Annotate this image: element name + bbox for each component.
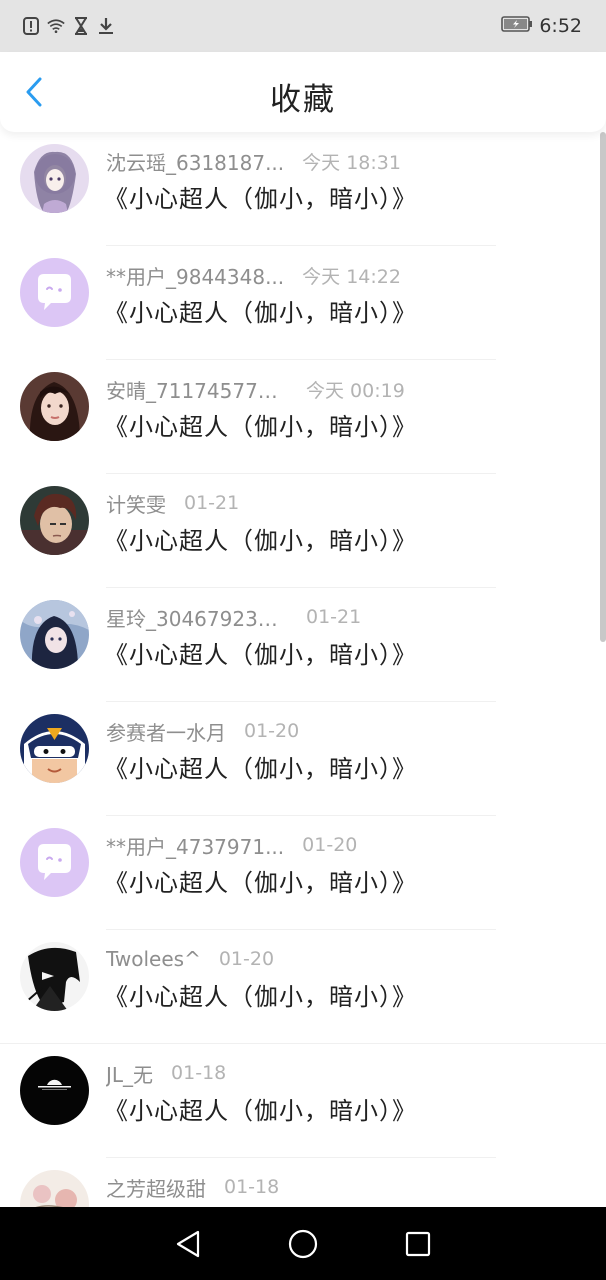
song-title: 《小心超人（伽小，暗小）》: [104, 1097, 417, 1125]
song-title: 《小心超人（伽小，暗小）》: [104, 641, 417, 669]
avatar[interactable]: [20, 144, 89, 213]
status-icons-left: [22, 17, 115, 35]
alert-icon: [22, 17, 40, 35]
list-item[interactable]: 参赛者一水月 01-20 《小心超人（伽小，暗小）》: [0, 702, 606, 816]
list-item[interactable]: Twolees^ 01-20 《小心超人（伽小，暗小）》: [0, 930, 606, 1044]
item-meta: 安晴_711745776... 今天 00:19: [106, 376, 405, 403]
user-name: 星玲_304679232...: [106, 606, 288, 631]
nav-recents-button[interactable]: [401, 1227, 435, 1261]
avatar[interactable]: [20, 258, 89, 327]
battery-icon: [501, 16, 533, 36]
avatar[interactable]: [20, 828, 89, 897]
avatar[interactable]: [20, 942, 89, 1011]
avatar[interactable]: [20, 372, 89, 441]
user-name: 计笑雯: [106, 492, 166, 517]
song-title: 《小心超人（伽小，暗小）》: [104, 299, 417, 327]
item-meta: 计笑雯 01-21: [106, 490, 240, 517]
user-name: 之芳超级甜: [106, 1176, 206, 1201]
user-name: Twolees^: [106, 947, 201, 971]
user-name: 安晴_711745776...: [106, 378, 288, 403]
song-title: 《小心超人（伽小，暗小）》: [104, 755, 417, 783]
item-time: 今天 00:19: [306, 379, 405, 402]
avatar[interactable]: [20, 1170, 89, 1207]
item-meta: JL_无 01-18: [106, 1060, 227, 1087]
user-name: **用户_4737971...: [106, 834, 285, 859]
list-item[interactable]: **用户_9844348... 今天 14:22 《小心超人（伽小，暗小）》: [0, 246, 606, 360]
list-item[interactable]: 安晴_711745776... 今天 00:19 《小心超人（伽小，暗小）》: [0, 360, 606, 474]
item-time: 01-20: [302, 834, 358, 856]
user-name: JL_无: [106, 1062, 154, 1087]
list-item[interactable]: JL_无 01-18 《小心超人（伽小，暗小）》: [0, 1044, 606, 1158]
back-triangle-icon: [176, 1230, 199, 1257]
scrollbar[interactable]: [600, 132, 606, 642]
item-time: 今天 14:22: [302, 265, 401, 288]
avatar[interactable]: [20, 714, 89, 783]
user-name: **用户_9844348...: [106, 264, 285, 289]
nav-back-button[interactable]: [171, 1227, 205, 1261]
hourglass-icon: [72, 17, 90, 35]
song-title: 《小心超人（伽小，暗小）》: [104, 983, 417, 1011]
item-time: 01-18: [224, 1176, 280, 1198]
item-time: 01-21: [184, 492, 240, 514]
item-meta: 星玲_304679232... 01-21: [106, 604, 362, 631]
home-circle-icon: [288, 1229, 318, 1258]
system-nav-bar: [0, 1207, 606, 1280]
status-icons-right: 6:52: [501, 15, 582, 37]
status-time: 6:52: [539, 15, 582, 37]
item-time: 01-21: [306, 606, 362, 628]
item-time: 01-18: [171, 1062, 227, 1084]
favorites-list[interactable]: 沈云瑶_6318187... 今天 18:31 《小心超人（伽小，暗小）》 **…: [0, 132, 606, 1207]
song-title: 《小心超人（伽小，暗小）》: [104, 413, 417, 441]
item-time: 01-20: [218, 948, 275, 970]
list-item[interactable]: 之芳超级甜 01-18: [0, 1158, 606, 1207]
list-item[interactable]: 星玲_304679232... 01-21 《小心超人（伽小，暗小）》: [0, 588, 606, 702]
item-meta: 之芳超级甜 01-18: [106, 1174, 280, 1201]
item-meta: **用户_4737971... 01-20: [106, 832, 358, 859]
list-item[interactable]: 沈云瑶_6318187... 今天 18:31 《小心超人（伽小，暗小）》: [0, 132, 606, 246]
item-meta: 沈云瑶_6318187... 今天 18:31: [106, 148, 401, 175]
song-title: 《小心超人（伽小，暗小）》: [104, 527, 417, 555]
song-title: 《小心超人（伽小，暗小）》: [104, 185, 417, 213]
avatar[interactable]: [20, 486, 89, 555]
list-item[interactable]: 计笑雯 01-21 《小心超人（伽小，暗小）》: [0, 474, 606, 588]
recents-square-icon: [406, 1231, 431, 1256]
avatar[interactable]: [20, 1056, 89, 1125]
wifi-icon: [47, 17, 65, 35]
item-meta: **用户_9844348... 今天 14:22: [106, 262, 401, 289]
list-item[interactable]: **用户_4737971... 01-20 《小心超人（伽小，暗小）》: [0, 816, 606, 930]
item-time: 今天 18:31: [302, 151, 401, 174]
header: 收藏: [0, 52, 606, 132]
item-meta: 参赛者一水月 01-20: [106, 718, 300, 745]
nav-home-button[interactable]: [286, 1227, 320, 1261]
avatar[interactable]: [20, 600, 89, 669]
song-title: 《小心超人（伽小，暗小）》: [104, 869, 417, 897]
user-name: 参赛者一水月: [106, 720, 226, 745]
status-bar: 6:52: [0, 0, 606, 52]
page-title: 收藏: [270, 82, 336, 118]
user-name: 沈云瑶_6318187...: [106, 150, 285, 175]
item-time: 01-20: [244, 720, 300, 742]
download-icon: [97, 17, 115, 35]
item-meta: Twolees^ 01-20: [106, 946, 274, 972]
